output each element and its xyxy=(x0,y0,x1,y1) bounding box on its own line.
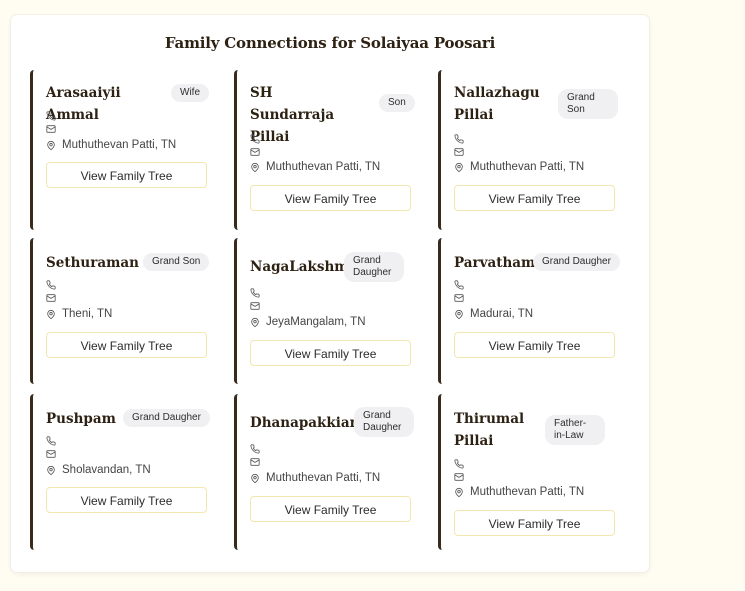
phone-icon[interactable] xyxy=(46,280,56,292)
view-family-tree-button[interactable]: View Family Tree xyxy=(46,162,207,188)
phone-icon[interactable] xyxy=(46,111,56,123)
map-pin-icon xyxy=(250,162,266,173)
view-family-tree-button[interactable]: View Family Tree xyxy=(454,332,615,358)
relation-badge: Grand Daugher xyxy=(354,407,414,437)
view-family-tree-button[interactable]: View Family Tree xyxy=(46,487,207,513)
member-name: Arasaaiyii Ammal xyxy=(46,85,121,123)
family-member-card: Thirumal Pillai Father-in-Law Muthuthevan … xyxy=(438,394,623,550)
location-text: Muthuthevan Patti, TN xyxy=(266,161,381,173)
mail-icon[interactable] xyxy=(46,449,56,461)
mail-icon[interactable] xyxy=(454,147,464,159)
view-family-tree-button[interactable]: View Family Tree xyxy=(46,332,207,358)
member-location: Muthuthevan Patti, TN xyxy=(46,138,176,152)
map-pin-icon xyxy=(46,465,62,476)
relation-badge: Son xyxy=(379,94,415,112)
family-member-card: Dhanapakkiam Grand Daugher Muthuthevan Pat… xyxy=(234,394,419,550)
phone-icon[interactable] xyxy=(454,134,464,146)
family-member-card: NagaLakshmi Grand Daugher JeyaMangalam, TN… xyxy=(234,238,419,384)
mail-icon[interactable] xyxy=(250,147,260,159)
map-pin-icon xyxy=(454,487,470,498)
mail-icon[interactable] xyxy=(454,293,464,305)
view-family-tree-button[interactable]: View Family Tree xyxy=(250,340,411,366)
mail-icon[interactable] xyxy=(250,301,260,313)
location-text: Sholavandan, TN xyxy=(62,464,151,476)
view-family-tree-button[interactable]: View Family Tree xyxy=(454,510,615,536)
map-pin-icon xyxy=(454,162,470,173)
relation-badge: Grand Daugher xyxy=(123,409,210,427)
phone-icon[interactable] xyxy=(250,288,260,300)
member-location: Muthuthevan Patti, TN xyxy=(454,160,584,174)
family-member-card: Pushpam Grand Daugher Sholavandan, TN View … xyxy=(30,394,215,550)
page-title: Family Connections for Solaiyaa Poosari xyxy=(164,34,496,52)
location-text: JeyaMangalam, TN xyxy=(266,316,366,328)
mail-icon[interactable] xyxy=(250,457,260,469)
location-text: Muthuthevan Patti, TN xyxy=(470,161,585,173)
location-text: Muthuthevan Patti, TN xyxy=(62,139,177,151)
map-pin-icon xyxy=(250,317,266,328)
relation-badge: Father-in-Law xyxy=(545,415,605,445)
family-member-card: SH Sundarraja Pillai Son Muthuthevan Patti… xyxy=(234,70,419,230)
member-location: Madurai, TN xyxy=(454,307,533,321)
mail-icon[interactable] xyxy=(454,472,464,484)
mail-icon[interactable] xyxy=(46,293,56,305)
member-location: Sholavandan, TN xyxy=(46,463,151,477)
phone-icon[interactable] xyxy=(250,444,260,456)
view-family-tree-button[interactable]: View Family Tree xyxy=(454,185,615,211)
member-name: SH Sundarraja Pillai xyxy=(250,85,335,145)
phone-icon[interactable] xyxy=(454,459,464,471)
family-member-card: Nallazhagu Pillai Grand Son Muthuthevan Pa… xyxy=(438,70,623,230)
family-member-card: Parvatham Grand Daugher Madurai, TN View Fa… xyxy=(438,238,623,384)
member-location: Muthuthevan Patti, TN xyxy=(250,160,380,174)
relation-badge: Grand Son xyxy=(143,253,210,271)
phone-icon[interactable] xyxy=(46,436,56,448)
member-location: Muthuthevan Patti, TN xyxy=(250,471,380,485)
phone-icon[interactable] xyxy=(454,280,464,292)
location-text: Muthuthevan Patti, TN xyxy=(266,472,381,484)
phone-icon[interactable] xyxy=(250,134,260,146)
map-pin-icon xyxy=(454,309,470,320)
relation-badge: Grand Daugher xyxy=(533,253,620,271)
location-text: Muthuthevan Patti, TN xyxy=(470,486,585,498)
relation-badge: Grand Son xyxy=(558,89,618,119)
family-member-card: Arasaaiyii Ammal Wife Muthuthevan Patti, T… xyxy=(30,70,215,230)
map-pin-icon xyxy=(46,140,62,151)
view-family-tree-button[interactable]: View Family Tree xyxy=(250,496,411,522)
map-pin-icon xyxy=(46,309,62,320)
location-text: Theni, TN xyxy=(62,308,113,320)
member-name: Nallazhagu Pillai xyxy=(454,85,540,123)
view-family-tree-button[interactable]: View Family Tree xyxy=(250,185,411,211)
mail-icon[interactable] xyxy=(46,124,56,136)
relation-badge: Grand Daugher xyxy=(344,252,404,282)
family-member-card: Sethuraman Grand Son Theni, TN View Family … xyxy=(30,238,215,384)
map-pin-icon xyxy=(250,473,266,484)
member-location: JeyaMangalam, TN xyxy=(250,315,366,329)
member-location: Muthuthevan Patti, TN xyxy=(454,485,584,499)
member-location: Theni, TN xyxy=(46,307,112,321)
relation-badge: Wife xyxy=(171,84,209,102)
location-text: Madurai, TN xyxy=(470,308,534,320)
